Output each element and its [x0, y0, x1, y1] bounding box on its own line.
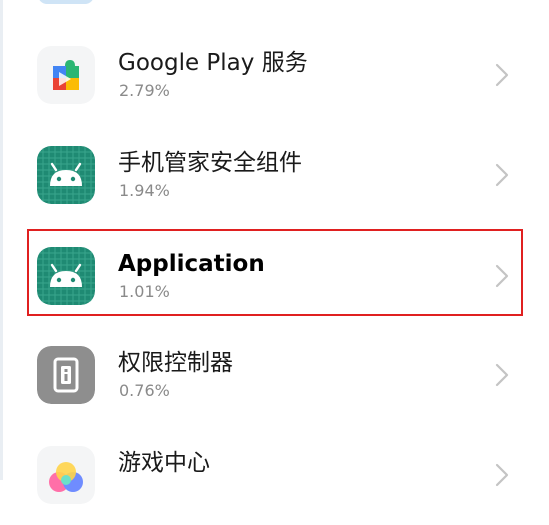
app-name: 权限控制器: [118, 350, 233, 376]
chevron-right-icon: [490, 461, 514, 489]
app-row-game-center[interactable]: 游戏中心: [0, 425, 549, 525]
app-name: 手机管家安全组件: [118, 150, 302, 176]
app-row-permission-controller[interactable]: 权限控制器 0.76%: [0, 325, 549, 425]
chevron-right-icon: [490, 361, 514, 389]
game-center-icon: [37, 446, 95, 504]
app-usage-percent: 2.79%: [119, 81, 170, 100]
app-usage-list: Google Play 服务 2.79% 手机管家安全组件 1.94% Appl…: [0, 0, 549, 504]
app-usage-percent: 1.01%: [119, 282, 170, 301]
android-icon: [37, 146, 95, 204]
app-row-google-play-services[interactable]: Google Play 服务 2.79%: [0, 25, 549, 125]
chevron-right-icon: [490, 61, 514, 89]
app-row-application[interactable]: Application 1.01%: [0, 226, 549, 326]
android-icon: [37, 247, 95, 305]
app-name: Application: [118, 251, 265, 277]
app-name: 游戏中心: [118, 450, 210, 476]
permission-controller-icon: [37, 346, 95, 404]
chevron-right-icon: [490, 262, 514, 290]
chevron-right-icon: [490, 161, 514, 189]
google-play-services-icon: [37, 46, 95, 104]
app-usage-percent: 1.94%: [119, 181, 170, 200]
app-row-phone-manager-security[interactable]: 手机管家安全组件 1.94%: [0, 125, 549, 225]
app-usage-percent: 0.76%: [119, 381, 170, 400]
app-name: Google Play 服务: [118, 50, 308, 76]
